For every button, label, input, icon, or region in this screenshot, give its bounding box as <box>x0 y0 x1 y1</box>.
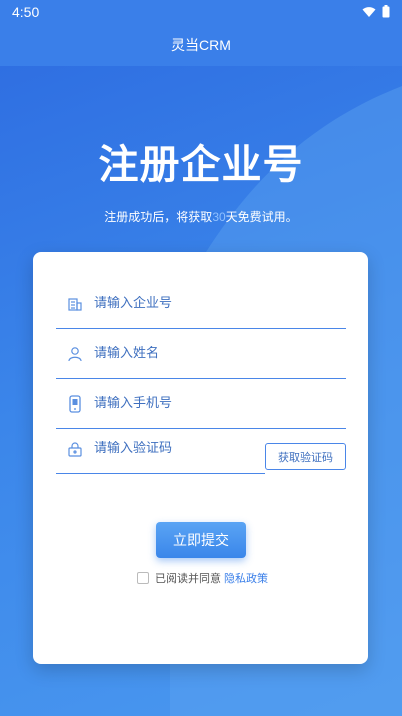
page-title: 注册企业号 <box>98 142 304 188</box>
code-input[interactable] <box>94 441 254 456</box>
company-field <box>56 279 346 329</box>
phone-field <box>56 379 346 429</box>
status-bar: 4:50 <box>0 0 402 24</box>
register-form-card: 获取验证码 立即提交 已阅读并同意 隐私政策 <box>33 252 368 664</box>
subtitle-after: 天免费试用。 <box>225 210 298 224</box>
subtitle-before: 注册成功后，将获取 <box>104 210 213 224</box>
name-input[interactable] <box>94 346 294 361</box>
status-time: 4:50 <box>12 4 40 20</box>
wifi-icon <box>362 6 376 17</box>
name-field <box>56 329 346 379</box>
agreement-row: 已阅读并同意 隐私政策 <box>137 570 268 586</box>
status-icons <box>362 5 390 18</box>
lock-icon <box>64 438 86 460</box>
page-subtitle: 注册成功后，将获取30天免费试用。 <box>0 208 402 225</box>
agree-text: 已阅读并同意 <box>155 572 221 585</box>
get-code-button[interactable]: 获取验证码 <box>265 443 346 470</box>
company-input[interactable] <box>94 296 294 311</box>
phone-input[interactable] <box>94 396 294 411</box>
app-bar: 灵当CRM <box>0 24 402 66</box>
building-icon <box>64 293 86 315</box>
subtitle-highlight: 30 <box>212 210 226 224</box>
agree-checkbox[interactable] <box>137 572 149 584</box>
submit-button[interactable]: 立即提交 <box>156 522 246 558</box>
code-field <box>56 424 265 474</box>
battery-icon <box>382 5 390 18</box>
privacy-policy-link[interactable]: 隐私政策 <box>224 570 268 586</box>
user-icon <box>64 343 86 365</box>
phone-icon <box>64 393 86 415</box>
app-title: 灵当CRM <box>171 37 231 53</box>
